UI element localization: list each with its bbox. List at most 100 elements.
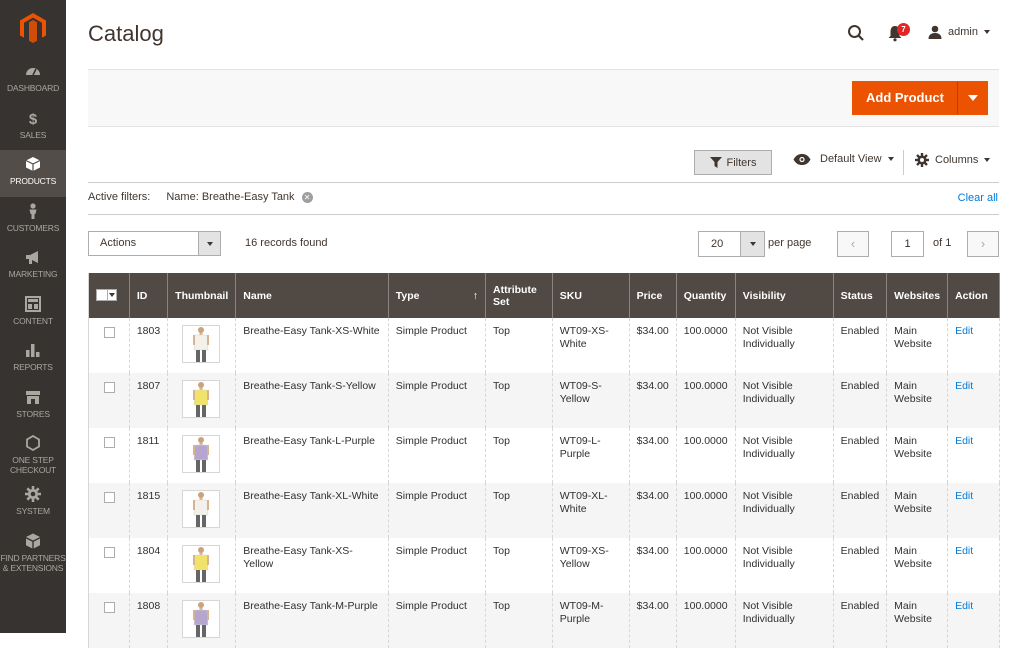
product-thumbnail[interactable] <box>182 435 221 473</box>
column-header-websites[interactable]: Websites <box>886 273 949 318</box>
sidebar-item-find-partners-extensions[interactable]: FIND PARTNERS & EXTENSIONS <box>0 527 66 583</box>
search-icon[interactable] <box>847 24 865 42</box>
row-select-cell <box>88 593 130 648</box>
table-row[interactable]: 1811 Breathe-Easy Tank-L-Purple Simple Pro… <box>88 428 1000 483</box>
user-menu[interactable]: admin <box>928 25 990 39</box>
toolbar-divider <box>903 150 904 175</box>
column-header-quantity[interactable]: Quantity <box>675 273 736 318</box>
active-filters-label: Active filters: <box>88 191 151 203</box>
row-checkbox[interactable] <box>104 547 115 558</box>
column-header-sku[interactable]: SKU <box>551 273 630 318</box>
gear-icon <box>0 486 66 506</box>
cell-status: Enabled <box>832 538 888 593</box>
edit-link[interactable]: Edit <box>955 435 973 447</box>
cell-attribute-set: Top <box>485 483 553 538</box>
cell-price: $34.00 <box>628 483 677 538</box>
next-page-button[interactable]: › <box>967 231 999 257</box>
cell-action: Edit <box>947 373 1000 428</box>
product-thumbnail[interactable] <box>182 490 221 528</box>
sidebar-item-dashboard[interactable]: DASHBOARD <box>0 57 66 104</box>
cell-attribute-set: Top <box>485 428 553 483</box>
cell-sku: WT09-XS-White <box>551 318 630 373</box>
main-content: Catalog 7 admin Add Product Filters Defa… <box>66 0 1019 648</box>
cell-name: Breathe-Easy Tank-M-Purple <box>235 593 389 648</box>
column-header-visibility[interactable]: Visibility <box>734 273 834 318</box>
table-row[interactable]: 1808 Breathe-Easy Tank-M-Purple Simple Pro… <box>88 593 1000 648</box>
filters-label: Filters <box>726 156 757 169</box>
edit-link[interactable]: Edit <box>955 600 973 612</box>
edit-link[interactable]: Edit <box>955 380 973 392</box>
row-checkbox[interactable] <box>104 492 115 503</box>
sidebar-item-sales[interactable]: $ SALES <box>0 104 66 150</box>
column-header-status[interactable]: Status <box>832 273 888 318</box>
column-header-name[interactable]: Name <box>235 273 389 318</box>
sidebar-item-marketing[interactable]: MARKETING <box>0 243 66 290</box>
sidebar-item-one-step-checkout[interactable]: ONE STEP CHECKOUT <box>0 429 66 480</box>
edit-link[interactable]: Edit <box>955 545 973 557</box>
column-header-price[interactable]: Price <box>628 273 677 318</box>
column-header-type[interactable]: Type ↑ <box>387 273 487 318</box>
cell-price: $34.00 <box>628 593 677 648</box>
edit-link[interactable]: Edit <box>955 325 973 337</box>
cell-name: Breathe-Easy Tank-XL-White <box>235 483 389 538</box>
per-page-value: 20 <box>711 238 724 250</box>
sidebar-item-label: SALES <box>19 130 47 140</box>
cell-id: 1803 <box>128 318 169 373</box>
cell-price: $34.00 <box>628 428 677 483</box>
tank-top-image <box>193 327 210 362</box>
column-header-attribute-set[interactable]: Attribute Set <box>485 273 553 318</box>
sidebar-item-system[interactable]: SYSTEM <box>0 480 66 527</box>
svg-text:$: $ <box>29 111 38 126</box>
table-row[interactable]: 1815 Breathe-Easy Tank-XL-White Simple Pro… <box>88 483 1000 538</box>
column-header-id[interactable]: ID <box>128 273 169 318</box>
cell-status: Enabled <box>832 593 888 648</box>
page-input[interactable]: 1 <box>891 231 924 257</box>
product-thumbnail[interactable] <box>182 325 221 363</box>
prev-page-button[interactable]: ‹ <box>837 231 869 257</box>
cell-attribute-set: Top <box>485 373 553 428</box>
row-checkbox[interactable] <box>104 327 115 338</box>
cell-visibility: Not Visible Individually <box>734 483 834 538</box>
cell-websites: Main Website <box>886 428 949 483</box>
product-thumbnail[interactable] <box>182 545 221 583</box>
cell-id: 1811 <box>128 428 169 483</box>
product-grid: ID Thumbnail Name Type ↑ Attribute Set SK… <box>88 273 1000 648</box>
sidebar-item-content[interactable]: CONTENT <box>0 290 66 336</box>
cell-status: Enabled <box>832 373 888 428</box>
per-page-select[interactable]: 20 <box>698 231 765 257</box>
add-product-dropdown-toggle[interactable] <box>957 82 987 114</box>
sidebar-item-label: REPORTS <box>13 362 53 372</box>
cell-name: Breathe-Easy Tank-XS-Yellow <box>235 538 389 593</box>
product-thumbnail[interactable] <box>182 600 221 638</box>
table-row[interactable]: 1807 Breathe-Easy Tank-S-Yellow Simple Pro… <box>88 373 1000 428</box>
sidebar-item-reports[interactable]: REPORTS <box>0 336 66 383</box>
column-header-action: Action <box>947 273 1000 318</box>
mass-select-header[interactable] <box>88 273 130 318</box>
cell-action: Edit <box>947 318 1000 373</box>
sidebar-item-products[interactable]: PRODUCTS <box>0 150 66 197</box>
mass-select-checkbox[interactable] <box>96 288 117 301</box>
add-product-button[interactable]: Add Product <box>852 81 988 115</box>
mass-actions-select[interactable]: Actions <box>88 231 221 256</box>
table-row[interactable]: 1803 Breathe-Easy Tank-XS-White Simple Pro… <box>88 318 1000 373</box>
cell-quantity: 100.0000 <box>675 538 736 593</box>
filters-button[interactable]: Filters <box>694 150 772 175</box>
clear-all-link[interactable]: Clear all <box>958 192 998 204</box>
per-page-label: per page <box>768 237 812 249</box>
row-checkbox[interactable] <box>104 437 115 448</box>
sidebar-item-stores[interactable]: STORES <box>0 383 66 429</box>
sidebar-item-customers[interactable]: CUSTOMERS <box>0 197 66 243</box>
edit-link[interactable]: Edit <box>955 490 973 502</box>
row-checkbox[interactable] <box>104 602 115 613</box>
table-row[interactable]: 1804 Breathe-Easy Tank-XS-Yellow Simple Pr… <box>88 538 1000 593</box>
columns-selector[interactable]: Columns <box>915 153 991 167</box>
cell-id: 1808 <box>128 593 169 648</box>
view-selector[interactable]: Default View <box>793 153 894 165</box>
add-product-label: Add Product <box>866 90 944 105</box>
product-thumbnail[interactable] <box>182 380 221 418</box>
remove-filter-icon[interactable]: ✕ <box>301 191 313 203</box>
records-count: 16 records found <box>245 237 328 249</box>
row-checkbox[interactable] <box>104 382 115 393</box>
chevron-down-icon <box>983 30 990 34</box>
magento-logo[interactable] <box>0 0 66 56</box>
